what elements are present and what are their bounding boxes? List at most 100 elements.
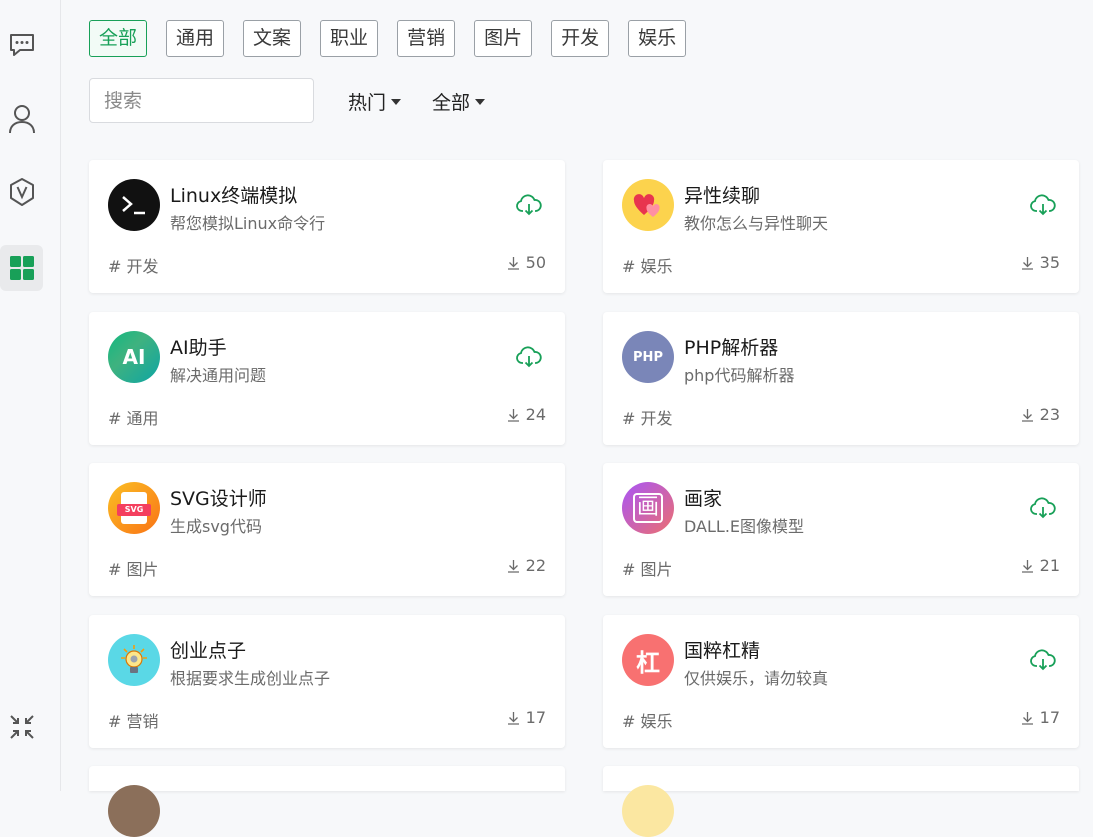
download-icon: [507, 711, 519, 725]
download-count: 23: [1021, 405, 1060, 424]
painter-avatar-text: 画: [633, 493, 663, 523]
card-description: 仅供娱乐，请勿较真: [684, 669, 829, 688]
app-card[interactable]: Linux终端模拟 帮您模拟Linux命令行 # 开发 50: [89, 160, 565, 293]
debater-avatar: 杠: [622, 634, 674, 686]
card-title: PHP解析器: [684, 337, 779, 359]
tab-marketing[interactable]: 营销: [397, 20, 456, 57]
app-card[interactable]: 杠 国粹杠精 仅供娱乐，请勿较真 # 娱乐 17: [603, 615, 1079, 748]
user-icon: [8, 105, 35, 134]
card-title: 异性续聊: [684, 185, 761, 207]
card-avatar: [108, 785, 160, 837]
search-input[interactable]: [89, 78, 314, 123]
download-count: 17: [1021, 708, 1060, 727]
download-icon: [507, 559, 519, 573]
idea-avatar: [108, 634, 160, 686]
grid-icon: [9, 256, 34, 280]
download-count: 24: [507, 405, 546, 424]
app-card[interactable]: [603, 766, 1079, 837]
sidebar-item-vue[interactable]: [0, 169, 43, 215]
app-card[interactable]: AI AI助手 解决通用问题 # 通用 24: [89, 312, 565, 445]
download-count-value: 35: [1039, 253, 1060, 272]
app-card[interactable]: 异性续聊 教你怎么与异性聊天 # 娱乐 35: [603, 160, 1079, 293]
card-description: 解决通用问题: [170, 366, 267, 385]
card-tag: # 娱乐: [622, 257, 673, 276]
tab-copywriting[interactable]: 文案: [243, 20, 302, 57]
card-tag: # 娱乐: [622, 712, 673, 731]
cloud-download-icon[interactable]: [1029, 193, 1057, 217]
file-icon: SVG: [117, 492, 151, 524]
php-avatar-text: PHP: [633, 349, 663, 365]
php-avatar: PHP: [622, 331, 674, 383]
collapse-icon: [9, 715, 34, 739]
card-title: 创业点子: [170, 640, 247, 662]
card-description: php代码解析器: [684, 366, 795, 385]
download-count-value: 21: [1039, 556, 1060, 575]
card-description: DALL.E图像模型: [684, 517, 805, 536]
sort-dropdown-label: 热门: [348, 92, 387, 114]
sidebar-item-chat[interactable]: [0, 22, 43, 68]
download-count-value: 22: [525, 556, 546, 575]
category-tabs: 全部 通用 文案 职业 营销 图片 开发 娱乐: [89, 20, 687, 57]
cloud-download-icon[interactable]: [515, 193, 543, 217]
card-title: Linux终端模拟: [170, 185, 298, 207]
vue-icon: [9, 178, 34, 206]
main-content: 全部 通用 文案 职业 营销 图片 开发 娱乐 热门 全部 Linux终端模拟 …: [61, 0, 1093, 837]
sidebar: [0, 0, 61, 791]
cloud-download-icon[interactable]: [515, 345, 543, 369]
download-icon: [1021, 256, 1033, 270]
sidebar-item-apps[interactable]: [0, 245, 43, 291]
tab-general[interactable]: 通用: [166, 20, 225, 57]
download-icon: [507, 408, 519, 422]
card-tag: # 图片: [622, 560, 673, 579]
download-count: 17: [507, 708, 546, 727]
painter-avatar: 画: [622, 482, 674, 534]
card-avatar: [622, 785, 674, 837]
download-count-value: 17: [525, 708, 546, 727]
cloud-download-icon[interactable]: [1029, 496, 1057, 520]
card-tag: # 开发: [622, 409, 673, 428]
card-tag: # 图片: [108, 560, 159, 579]
svg-avatar-text: SVG: [117, 504, 151, 516]
tab-career[interactable]: 职业: [320, 20, 379, 57]
sidebar-collapse[interactable]: [0, 704, 43, 750]
app-card[interactable]: 画 画家 DALL.E图像模型 # 图片 21: [603, 463, 1079, 596]
download-count-value: 17: [1039, 708, 1060, 727]
sidebar-item-user[interactable]: [0, 96, 43, 142]
ai-avatar: AI: [108, 331, 160, 383]
svg-avatar: SVG: [108, 482, 160, 534]
hearts-avatar: [622, 179, 674, 231]
tab-all[interactable]: 全部: [89, 20, 148, 57]
caret-down-icon: [391, 98, 402, 105]
card-title: 画家: [684, 488, 723, 510]
app-card[interactable]: PHP PHP解析器 php代码解析器 # 开发 23: [603, 312, 1079, 445]
app-card[interactable]: 创业点子 根据要求生成创业点子 # 营销 17: [89, 615, 565, 748]
debater-avatar-text: 杠: [636, 648, 660, 677]
card-description: 帮您模拟Linux命令行: [170, 214, 326, 233]
download-icon: [1021, 408, 1033, 422]
chat-icon: [9, 34, 34, 56]
download-icon: [1021, 711, 1033, 725]
download-count: 22: [507, 556, 546, 575]
caret-down-icon: [475, 98, 486, 105]
tab-entertainment[interactable]: 娱乐: [628, 20, 687, 57]
card-description: 根据要求生成创业点子: [170, 669, 331, 688]
card-title: 国粹杠精: [684, 640, 761, 662]
ai-avatar-text: AI: [122, 345, 146, 369]
sort-dropdown[interactable]: 热门: [348, 88, 402, 115]
card-title: AI助手: [170, 337, 227, 359]
card-description: 教你怎么与异性聊天: [684, 214, 829, 233]
download-icon: [1021, 559, 1033, 573]
app-card[interactable]: SVG SVG设计师 生成svg代码 # 图片 22: [89, 463, 565, 596]
download-count: 50: [507, 253, 546, 272]
card-title: SVG设计师: [170, 488, 267, 510]
cloud-download-icon[interactable]: [1029, 648, 1057, 672]
tab-dev[interactable]: 开发: [551, 20, 610, 57]
hearts-icon: [633, 194, 660, 217]
download-count-value: 23: [1039, 405, 1060, 424]
scope-dropdown[interactable]: 全部: [432, 88, 486, 115]
tab-image[interactable]: 图片: [474, 20, 533, 57]
lightbulb-icon: [121, 645, 147, 673]
card-description: 生成svg代码: [170, 517, 262, 536]
download-count: 21: [1021, 556, 1060, 575]
app-card[interactable]: [89, 766, 565, 837]
